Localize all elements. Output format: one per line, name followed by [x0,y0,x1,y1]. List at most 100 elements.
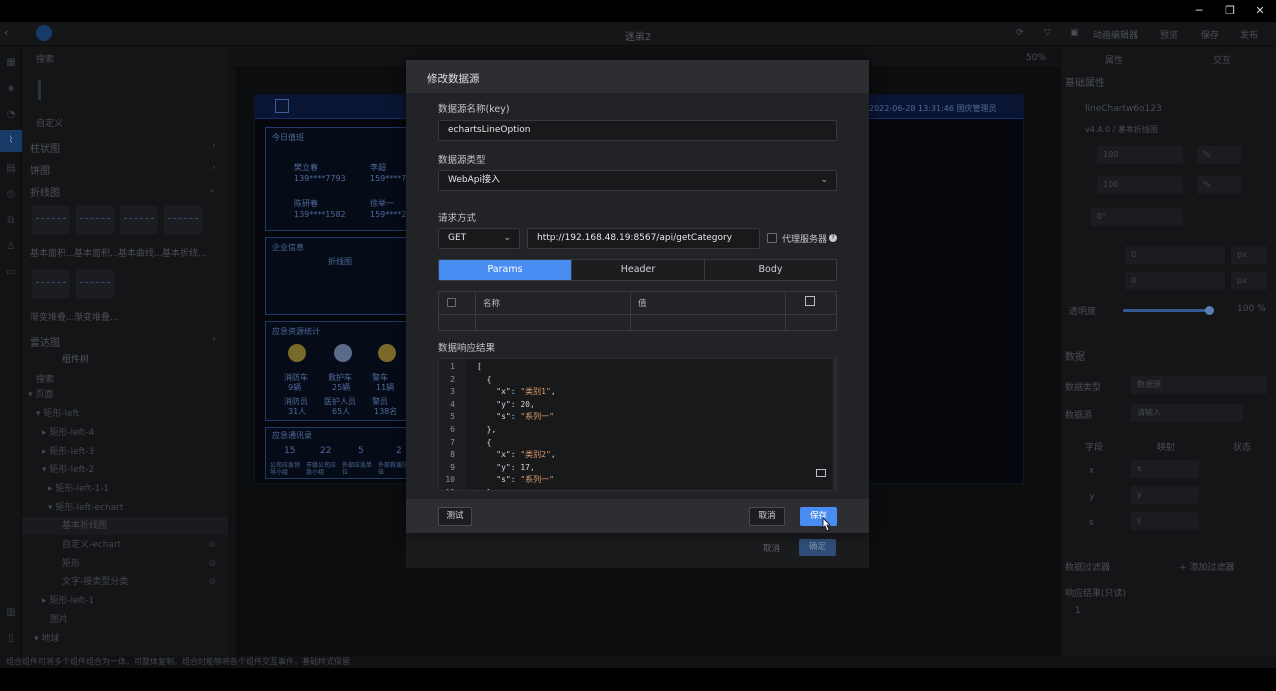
map-select[interactable]: y [1131,486,1199,504]
proxy-label: 代理服务器 [782,235,828,245]
rotate-input[interactable]: 0° [1091,208,1183,226]
panel-duty[interactable]: 今日值班 樊立春 139****7793 李超 159****7717 陈研春 … [265,127,422,231]
data-source-input[interactable]: 请输入 [1131,404,1243,422]
map-icon[interactable]: ◈ [4,82,18,96]
method-label: 请求方式 [438,213,477,224]
line-number: 5 [450,412,455,422]
tree-item[interactable]: ▸ 矩形-left-1-1 [22,480,228,498]
code-scrollbar[interactable] [833,359,836,490]
anim-editor-button[interactable]: 动画编辑器 [1093,28,1138,41]
tab-interaction[interactable]: 交互 [1213,53,1231,66]
hide-icon[interactable]: ⊘ [208,573,216,591]
tree-item[interactable]: ▸ 矩形-left-1 [22,592,228,610]
edit-icon[interactable] [805,296,815,306]
url-input[interactable]: http://192.168.48.19:8567/api/getCategor… [527,228,760,249]
category-pie[interactable]: 饼图 › [30,162,220,177]
user-icon[interactable]: ♙ [4,240,18,254]
cancel-button[interactable]: 取消 [749,507,785,526]
pie-icon[interactable]: ◔ [4,108,18,122]
panel-contacts[interactable]: 应急通讯录 15 22 5 2 公司应急领导小组 市级公司应急小组 外部应急单位… [265,427,411,479]
tree-item[interactable]: 图片 [22,611,228,629]
layer-icon[interactable]: ⧉ [4,214,18,228]
line-thumb-label-6: 渐变堆叠... [74,313,119,323]
tree-search[interactable]: 搜索 [36,372,54,385]
pos-left-input[interactable]: 0 [1125,272,1225,290]
pos-top-input[interactable]: 0 [1125,246,1225,264]
type-select[interactable]: WebApi接入 ⌄ [438,170,837,191]
method-select[interactable]: GET ⌄ [438,228,520,249]
hide-icon[interactable]: ⊘ [208,555,216,573]
line-thumb-6[interactable] [76,270,114,298]
save-toolbar-button[interactable]: 保存 [1201,28,1219,41]
tree-item[interactable]: ▾ 页面 [22,386,228,404]
pos-top-unit[interactable]: px [1231,246,1267,264]
component-search[interactable]: 搜索 [36,52,54,65]
tree-item[interactable]: 矩形 ⊘ [22,555,228,573]
book-icon[interactable]: ▯ [4,632,18,646]
media-icon[interactable]: ▭ [4,266,18,280]
refresh-icon[interactable]: ⟳ [1016,28,1024,38]
tab-header[interactable]: Header [572,260,705,280]
help-icon[interactable]: ? [829,234,837,242]
key-input[interactable]: echartsLineOption [438,120,837,141]
component-icon[interactable]: ◎ [4,188,18,202]
panel-icon[interactable]: ▣ [1070,28,1079,38]
category-line[interactable]: 折线图 ⌄ [30,184,220,199]
restore-icon[interactable]: ❐ [1221,3,1239,19]
map-select[interactable]: x [1131,460,1199,478]
custom-label[interactable]: 自定义 [36,116,63,129]
panel-resources[interactable]: 应急资源统计 消防车 救护车 警车 9辆 25辆 11辆 消防员 医护人员 警员… [265,321,411,421]
data-type-select[interactable]: 数据源 [1131,376,1267,394]
opacity-slider[interactable] [1123,306,1214,315]
opacity-value[interactable]: 100 % [1237,304,1266,314]
select-all-checkbox[interactable] [447,298,456,307]
back-icon[interactable]: ‹ [4,26,8,39]
database-icon[interactable]: ▥ [4,606,18,620]
width-input[interactable]: 100 [1097,146,1183,164]
filter-icon[interactable]: ▽ [1044,28,1051,38]
zoom-select[interactable]: 50% [1026,53,1046,63]
publish-button[interactable]: 发布 [1240,28,1258,41]
back-cancel-button[interactable]: 取消 [763,542,780,554]
preview-button[interactable]: 预览 [1160,28,1178,41]
tree-item[interactable]: ▸ 矩形-left-3 [22,443,228,461]
minimize-icon[interactable]: ─ [1190,3,1208,19]
tree-item[interactable]: 文字-按类型分类 ⊘ [22,573,228,591]
fullscreen-icon[interactable] [816,469,826,477]
pos-left-unit[interactable]: px [1231,272,1267,290]
response-code-editor[interactable]: 1 [2 {3 "x": "类别1", 4 "y": 20, 5 "s": "系列一"… [438,358,837,491]
tab-body[interactable]: Body [705,260,836,280]
map-select[interactable]: s [1131,512,1199,530]
width-unit-select[interactable]: % [1197,146,1241,164]
add-filter-button[interactable]: + 添加过滤器 [1179,560,1234,573]
line-thumb-3[interactable] [120,206,158,234]
height-unit-select[interactable]: % [1197,176,1241,194]
line-thumb-1[interactable] [32,206,70,234]
tree-item[interactable]: ▾ 地球 [22,630,228,648]
tree-item[interactable]: ▾ 矩形-left-echart [22,499,228,517]
tab-params[interactable]: Params [439,260,572,280]
tab-properties[interactable]: 属性 [1105,53,1123,66]
category-radar[interactable]: 雷达图 › [30,334,220,349]
line-thumb-2[interactable] [76,206,114,234]
close-window-icon[interactable]: ✕ [1251,3,1269,19]
hide-icon[interactable]: ⊘ [208,536,216,554]
line-thumb-5[interactable] [32,270,70,298]
table-icon[interactable]: ▤ [4,162,18,176]
line-thumb-4[interactable] [164,206,202,234]
tree-item[interactable]: ▾ 矩形-left-2 [22,461,228,479]
tree-item[interactable]: ▾ 矩形-left [22,405,228,423]
chart-icon[interactable]: ⌇ [0,130,22,152]
proxy-checkbox[interactable] [767,233,777,243]
opacity-knob[interactable] [1204,306,1214,315]
grid-icon[interactable]: ▦ [4,56,18,70]
tree-item-selected[interactable]: 基本折线图 [22,517,228,535]
height-input[interactable]: 100 [1097,176,1183,194]
category-bar[interactable]: 柱状图 › [30,140,220,155]
test-button[interactable]: 测试 [438,507,472,526]
tree-item[interactable]: 自定义-echart ⊘ [22,536,228,554]
back-ok-button[interactable]: 确定 [799,539,836,556]
panel-company[interactable]: 企业信息 折线图 [265,237,411,315]
tree-item[interactable]: ▸ 矩形-left-4 [22,424,228,442]
line-number: 2 [450,374,455,384]
